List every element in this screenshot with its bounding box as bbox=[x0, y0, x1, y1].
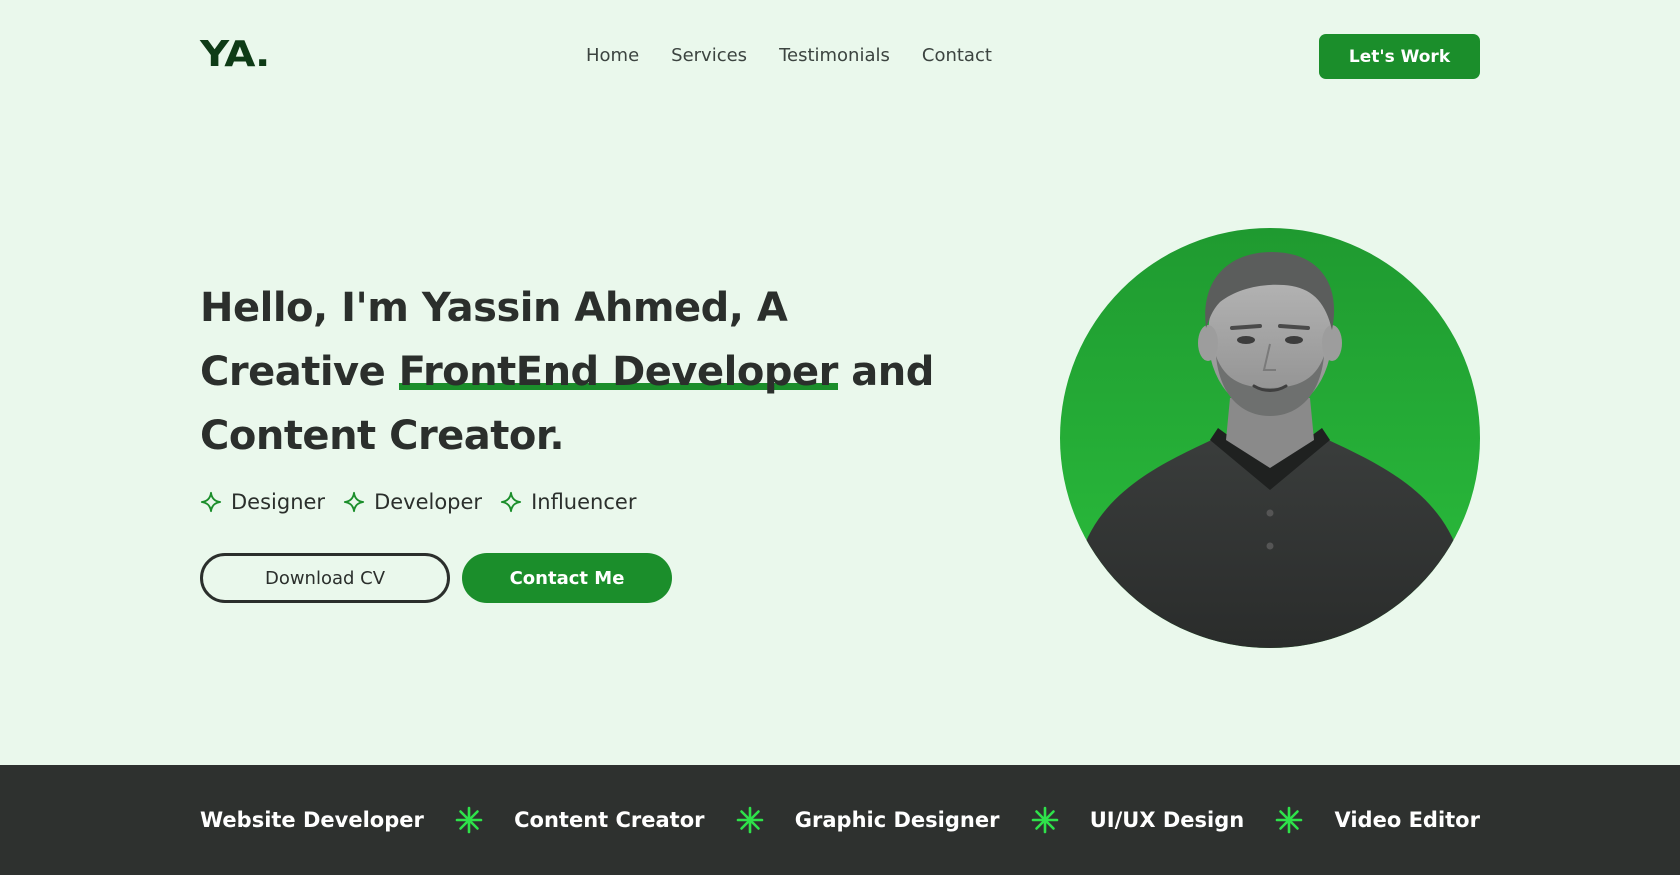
portrait-illustration bbox=[1060, 252, 1480, 648]
site-header: YA. Home Services Testimonials Contact L… bbox=[0, 0, 1680, 112]
asterisk-star-icon bbox=[1276, 806, 1303, 834]
role-designer: Designer bbox=[200, 490, 325, 514]
nav-home[interactable]: Home bbox=[586, 45, 639, 66]
asterisk-star-icon bbox=[736, 806, 763, 834]
asterisk-star-icon bbox=[455, 806, 483, 834]
ticker-item-graphic-designer: Graphic Designer bbox=[794, 808, 1000, 832]
sparkle-outline-icon bbox=[343, 491, 365, 513]
profile-photo bbox=[1060, 228, 1480, 648]
ticker-item-website-developer: Website Developer bbox=[200, 808, 424, 832]
page: YA. Home Services Testimonials Contact L… bbox=[0, 0, 1680, 875]
asterisk-star-icon bbox=[1031, 806, 1058, 834]
role-influencer: Influencer bbox=[500, 490, 636, 514]
headline-highlight: FrontEnd Developer bbox=[398, 349, 838, 395]
nav-services[interactable]: Services bbox=[671, 45, 747, 66]
lets-work-button[interactable]: Let's Work bbox=[1319, 34, 1480, 79]
ticker-item-video-editor: Video Editor bbox=[1334, 808, 1480, 832]
main-nav: Home Services Testimonials Contact bbox=[586, 45, 992, 66]
ticker-item-content-creator: Content Creator bbox=[514, 808, 705, 832]
skills-ticker: Website Developer Content Creator Graphi… bbox=[0, 765, 1680, 875]
role-label: Influencer bbox=[531, 490, 637, 514]
ticker-track: Website Developer Content Creator Graphi… bbox=[200, 765, 1480, 875]
contact-me-button[interactable]: Contact Me bbox=[462, 553, 672, 603]
role-label: Developer bbox=[374, 490, 483, 514]
role-list: Designer Developer Influencer bbox=[200, 490, 636, 514]
role-label: Designer bbox=[231, 490, 326, 514]
nav-testimonials[interactable]: Testimonials bbox=[779, 45, 890, 66]
sparkle-outline-icon bbox=[500, 491, 522, 513]
download-cv-button[interactable]: Download CV bbox=[200, 553, 450, 603]
ticker-item-ui-ux-design: UI/UX Design bbox=[1089, 808, 1245, 832]
hero-actions: Download CV Contact Me bbox=[200, 553, 672, 603]
logo[interactable]: YA. bbox=[200, 34, 270, 75]
nav-contact[interactable]: Contact bbox=[922, 45, 992, 66]
hero-headline: Hello, I'm Yassin Ahmed, A Creative Fron… bbox=[200, 276, 980, 468]
sparkle-outline-icon bbox=[200, 491, 222, 513]
role-developer: Developer bbox=[343, 490, 482, 514]
